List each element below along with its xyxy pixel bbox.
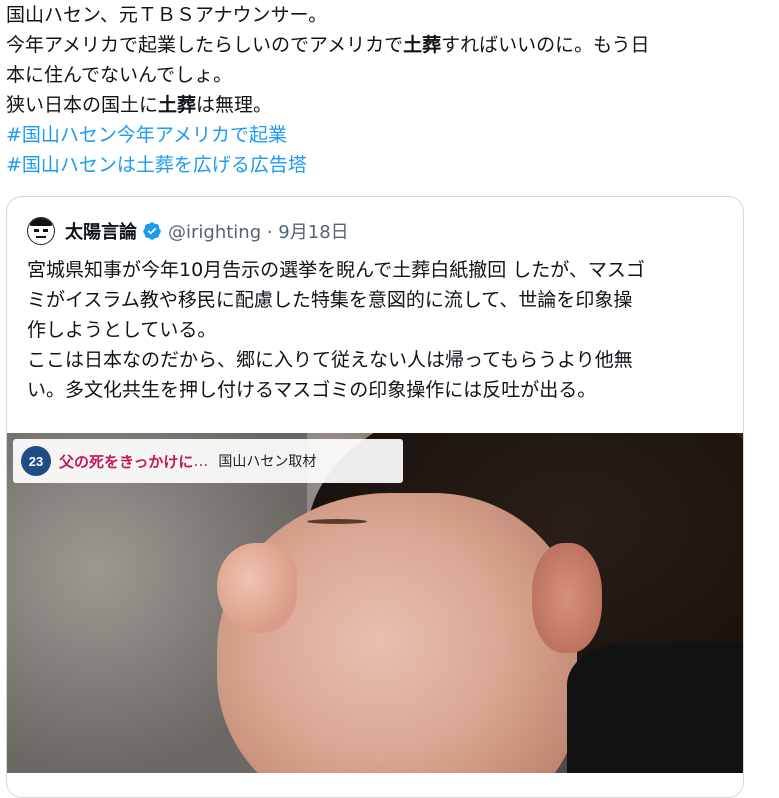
tweet-line-3: 本に住んでないんでしょ。 <box>6 64 233 86</box>
caption-ellipsis: … <box>193 452 209 470</box>
quoted-tweet-card[interactable]: 太陽言論 @irighting · 9月18日 宮城県知事が今年10月告示の選挙… <box>6 196 744 798</box>
quote-line: ミがイスラム教や移民に配慮した特集を意図的に流して、世論を印象操 <box>27 289 633 311</box>
quote-line: 作しようとしている。 <box>27 319 217 341</box>
tweet-line-2: 今年アメリカで起業したらしいのでアメリカで土葬すればいいのに。もう日 <box>6 34 650 56</box>
quote-line: い。多文化共生を押し付けるマスゴミの印象操作には反吐が出る。 <box>27 379 597 401</box>
quote-line: ここは日本なのだから、郷に入りて従えない人は帰ってもらうより他無 <box>27 349 633 371</box>
quote-line: 宮城県知事が今年10月告示の選挙を睨んで土葬白紙撤回 したが、マスゴ <box>27 259 645 281</box>
quote-body: 宮城県知事が今年10月告示の選挙を睨んで土葬白紙撤回 したが、マスゴ ミがイスラ… <box>27 255 727 405</box>
news23-logo: 23 <box>21 446 51 476</box>
bold-word: 土葬 <box>403 34 442 56</box>
hashtag-link[interactable]: #国山ハセン今年アメリカで起業 <box>6 124 287 146</box>
hashtag-link[interactable]: #国山ハセンは土葬を広げる広告塔 <box>6 154 307 176</box>
news-caption-bar: 23 父の死をきっかけに … 国山ハセン取材 <box>13 439 403 483</box>
quote-header: 太陽言論 @irighting · 9月18日 <box>27 216 349 246</box>
verified-badge-icon <box>143 222 161 240</box>
bold-word: 土葬 <box>158 94 197 116</box>
avatar[interactable] <box>27 217 55 245</box>
video-thumbnail[interactable] <box>7 433 743 773</box>
handle-and-date[interactable]: @irighting · 9月18日 <box>168 218 349 244</box>
tweet-line-4: 狭い日本の国土に土葬は無理。 <box>6 94 273 116</box>
tweet-line-1: 国山ハセン、元ＴＢＳアナウンサー。 <box>6 4 328 26</box>
quote-author-name[interactable]: 太陽言論 <box>65 218 137 244</box>
tweet-text: 国山ハセン、元ＴＢＳアナウンサー。 今年アメリカで起業したらしいのでアメリカで土… <box>6 0 766 180</box>
caption-subtitle: 国山ハセン取材 <box>218 454 317 470</box>
caption-title: 父の死をきっかけに <box>59 452 194 471</box>
